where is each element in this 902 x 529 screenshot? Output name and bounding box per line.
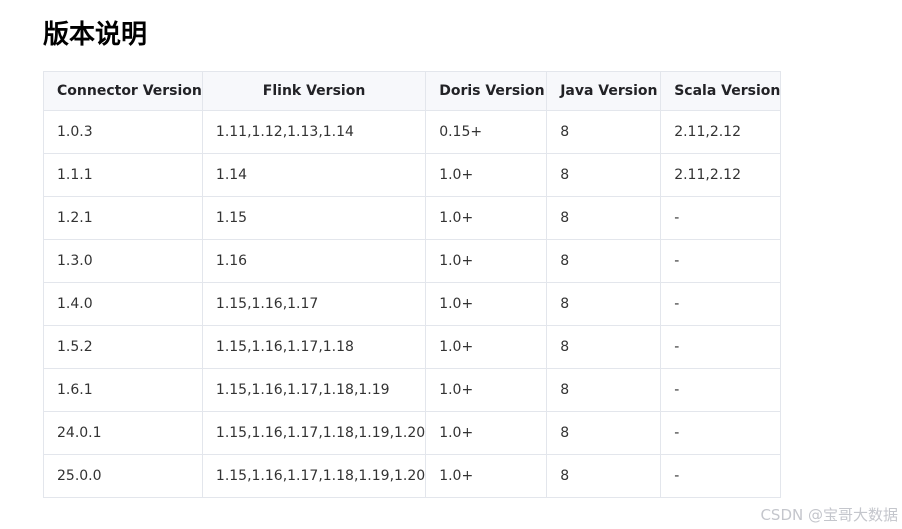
- cell-doris-version: 1.0+: [425, 411, 548, 455]
- cell-connector-version: 1.1.1: [43, 153, 203, 197]
- table-row: 1.6.1 1.15,1.16,1.17,1.18,1.19 1.0+ 8 -: [43, 368, 782, 412]
- cell-scala-version: -: [660, 368, 782, 412]
- cell-connector-version: 25.0.0: [43, 454, 203, 498]
- cell-java-version: 8: [546, 153, 662, 197]
- cell-flink-version: 1.15: [201, 196, 427, 240]
- cell-scala-version: -: [660, 282, 782, 326]
- cell-scala-version: -: [660, 196, 782, 240]
- cell-connector-version: 1.4.0: [43, 282, 203, 326]
- cell-flink-version: 1.14: [201, 153, 427, 197]
- cell-java-version: 8: [546, 239, 662, 283]
- cell-connector-version: 24.0.1: [43, 411, 203, 455]
- cell-flink-version: 1.11,1.12,1.13,1.14: [201, 110, 427, 154]
- cell-doris-version: 1.0+: [425, 325, 548, 369]
- cell-flink-version: 1.15,1.16,1.17,1.18: [201, 325, 427, 369]
- cell-java-version: 8: [546, 110, 662, 154]
- cell-doris-version: 1.0+: [425, 196, 548, 240]
- table-row: 1.0.3 1.11,1.12,1.13,1.14 0.15+ 8 2.11,2…: [43, 110, 782, 154]
- table-row: 1.1.1 1.14 1.0+ 8 2.11,2.12: [43, 153, 782, 197]
- cell-java-version: 8: [546, 325, 662, 369]
- column-header-java-version: Java Version: [546, 71, 662, 111]
- column-header-scala-version: Scala Version: [660, 71, 782, 111]
- cell-flink-version: 1.15,1.16,1.17,1.18,1.19,1.20: [201, 411, 427, 455]
- cell-connector-version: 1.6.1: [43, 368, 203, 412]
- table-row: 1.3.0 1.16 1.0+ 8 -: [43, 239, 782, 283]
- cell-connector-version: 1.3.0: [43, 239, 203, 283]
- cell-doris-version: 1.0+: [425, 153, 548, 197]
- cell-flink-version: 1.15,1.16,1.17: [201, 282, 427, 326]
- watermark: CSDN @宝哥大数据: [760, 506, 898, 524]
- table-header-row: Connector Version Flink Version Doris Ve…: [43, 71, 782, 111]
- cell-flink-version: 1.15,1.16,1.17,1.18,1.19: [201, 368, 427, 412]
- column-header-doris-version: Doris Version: [425, 71, 548, 111]
- cell-connector-version: 1.5.2: [43, 325, 203, 369]
- table-row: 25.0.0 1.15,1.16,1.17,1.18,1.19,1.20 1.0…: [43, 454, 782, 498]
- cell-scala-version: -: [660, 411, 782, 455]
- cell-flink-version: 1.16: [201, 239, 427, 283]
- cell-doris-version: 1.0+: [425, 454, 548, 498]
- cell-java-version: 8: [546, 368, 662, 412]
- cell-java-version: 8: [546, 196, 662, 240]
- cell-scala-version: -: [660, 239, 782, 283]
- cell-connector-version: 1.2.1: [43, 196, 203, 240]
- table-row: 1.5.2 1.15,1.16,1.17,1.18 1.0+ 8 -: [43, 325, 782, 369]
- cell-doris-version: 1.0+: [425, 239, 548, 283]
- cell-scala-version: -: [660, 325, 782, 369]
- cell-scala-version: 2.11,2.12: [660, 153, 782, 197]
- cell-java-version: 8: [546, 454, 662, 498]
- column-header-connector-version: Connector Version: [43, 71, 203, 111]
- cell-doris-version: 0.15+: [425, 110, 548, 154]
- cell-doris-version: 1.0+: [425, 368, 548, 412]
- cell-connector-version: 1.0.3: [43, 110, 203, 154]
- cell-java-version: 8: [546, 282, 662, 326]
- cell-flink-version: 1.15,1.16,1.17,1.18,1.19,1.20: [201, 454, 427, 498]
- cell-java-version: 8: [546, 411, 662, 455]
- cell-scala-version: 2.11,2.12: [660, 110, 782, 154]
- table-row: 24.0.1 1.15,1.16,1.17,1.18,1.19,1.20 1.0…: [43, 411, 782, 455]
- version-table: Connector Version Flink Version Doris Ve…: [43, 71, 782, 498]
- page-title: 版本说明: [43, 20, 148, 50]
- table-body: 1.0.3 1.11,1.12,1.13,1.14 0.15+ 8 2.11,2…: [43, 110, 782, 498]
- cell-doris-version: 1.0+: [425, 282, 548, 326]
- cell-scala-version: -: [660, 454, 782, 498]
- table-row: 1.2.1 1.15 1.0+ 8 -: [43, 196, 782, 240]
- column-header-flink-version: Flink Version: [201, 71, 427, 111]
- table-row: 1.4.0 1.15,1.16,1.17 1.0+ 8 -: [43, 282, 782, 326]
